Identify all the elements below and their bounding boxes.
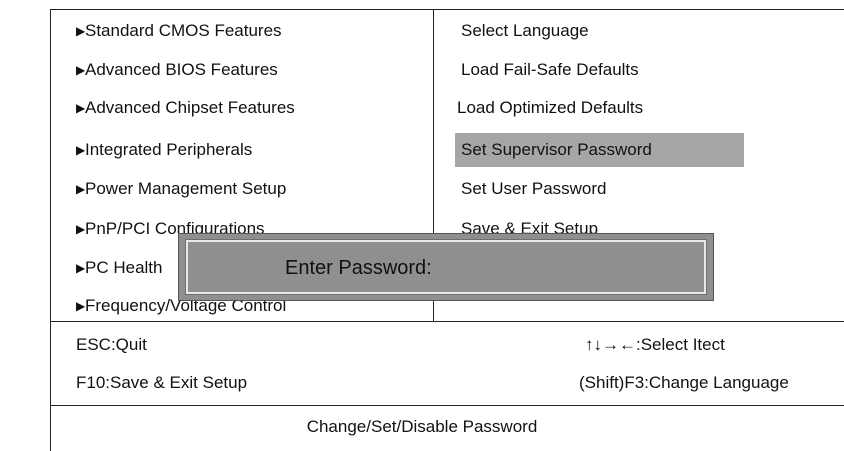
submenu-arrow-icon: ▶ (76, 143, 86, 157)
submenu-arrow-icon: ▶ (76, 63, 86, 77)
menu-item-load-fail-safe[interactable]: Load Fail-Safe Defaults (461, 60, 639, 80)
menu-item-label: Set Supervisor Password (461, 140, 652, 159)
password-prompt-label: Enter Password: (285, 257, 432, 279)
submenu-arrow-icon: ▶ (76, 101, 86, 115)
top-border (50, 9, 844, 10)
menu-item-label: Select Language (461, 21, 589, 40)
menu-item-set-user-password[interactable]: Set User Password (461, 179, 607, 199)
submenu-arrow-icon: ▶ (76, 222, 86, 236)
f10-save-hint: F10:Save & Exit Setup (76, 373, 248, 392)
submenu-arrow-icon: ▶ (76, 299, 86, 313)
menu-item-standard-cmos[interactable]: ▶Standard CMOS Features (76, 21, 282, 41)
menu-item-label: Load Optimized Defaults (457, 98, 644, 117)
menu-item-label: Load Fail-Safe Defaults (461, 60, 639, 79)
menu-item-set-supervisor-password[interactable]: Set Supervisor Password (455, 133, 744, 167)
password-dialog: Enter Password: (178, 233, 714, 301)
menu-item-label: Advanced Chipset Features (85, 98, 295, 117)
status-bar-text: Change/Set/Disable Password (306, 417, 538, 436)
menu-item-label: Power Management Setup (85, 179, 287, 198)
menu-item-advanced-bios[interactable]: ▶Advanced BIOS Features (76, 60, 278, 80)
status-divider (50, 405, 844, 406)
submenu-arrow-icon: ▶ (76, 24, 86, 38)
menu-item-integrated-peripherals[interactable]: ▶Integrated Peripherals (76, 140, 252, 160)
menu-footer-divider (50, 321, 844, 322)
menu-item-load-optimized[interactable]: Load Optimized Defaults (457, 98, 643, 118)
menu-item-label: Set User Password (461, 179, 607, 198)
bios-setup-screen: ▶Standard CMOS Features ▶Advanced BIOS F… (0, 0, 844, 451)
navigation-keys-hint: ↑↓→←:Select Itect (585, 335, 725, 354)
left-border (50, 9, 51, 451)
menu-item-power-management[interactable]: ▶Power Management Setup (76, 179, 286, 199)
menu-item-label: Integrated Peripherals (85, 140, 253, 159)
change-language-hint: (Shift)F3:Change Language (579, 373, 789, 392)
password-dialog-frame (186, 240, 706, 294)
menu-item-select-language[interactable]: Select Language (461, 21, 589, 41)
menu-item-label: PC Health (85, 258, 163, 277)
menu-item-pc-health[interactable]: ▶PC Health (76, 258, 162, 278)
menu-item-label: Advanced BIOS Features (85, 60, 278, 79)
submenu-arrow-icon: ▶ (76, 182, 86, 196)
menu-item-label: Standard CMOS Features (85, 21, 282, 40)
esc-quit-hint: ESC:Quit (76, 335, 147, 354)
menu-item-advanced-chipset[interactable]: ▶Advanced Chipset Features (76, 98, 295, 118)
submenu-arrow-icon: ▶ (76, 261, 86, 275)
